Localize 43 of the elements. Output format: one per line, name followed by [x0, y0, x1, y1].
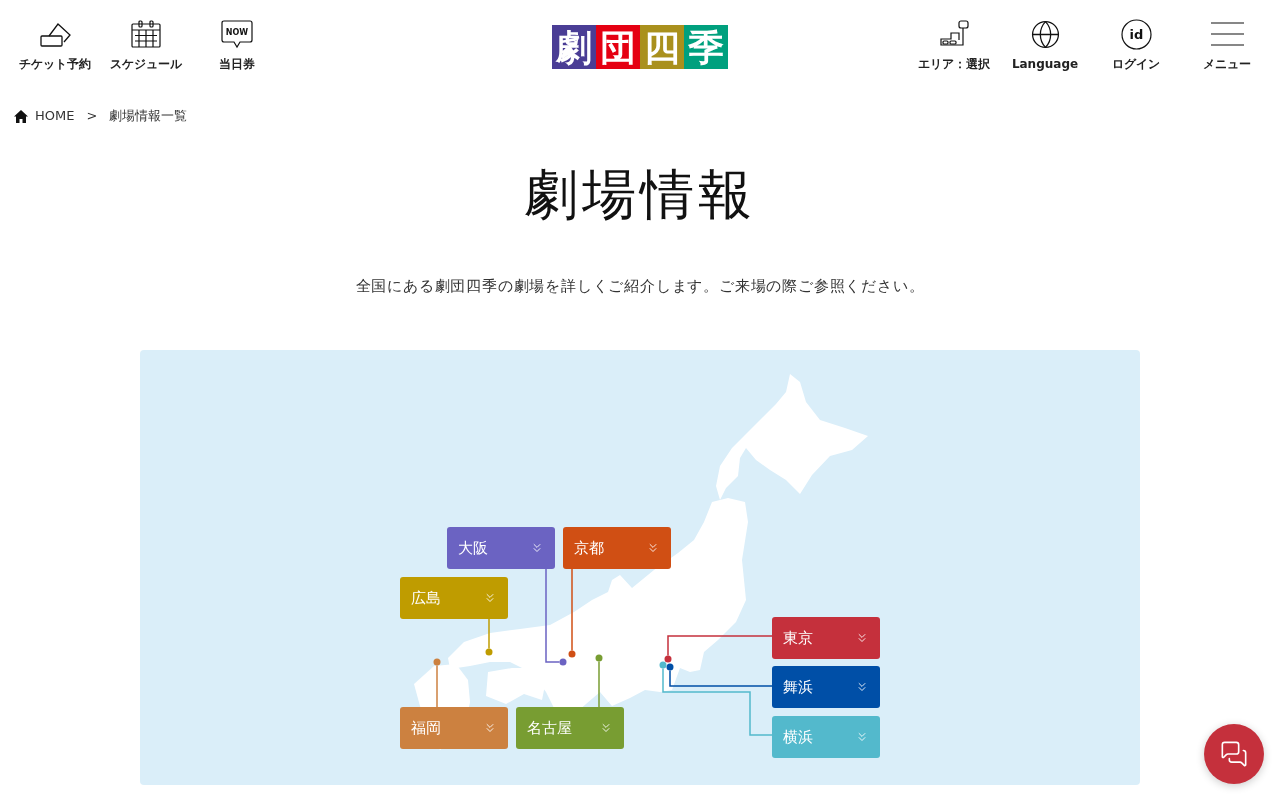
schedule-nav-link[interactable]: スケジュール: [107, 0, 185, 72]
logo-character: 四: [640, 25, 684, 69]
chevrons-down-icon: [530, 541, 544, 555]
chevrons-down-icon: [855, 631, 869, 645]
home-icon: [14, 109, 28, 123]
connector-line: [488, 618, 490, 650]
chat-button[interactable]: [1204, 724, 1264, 784]
intro-text: 全国にある劇団四季の劇場を詳しくご紹介します。ご来場の際ご参照ください。: [354, 276, 926, 297]
pin-dot-icon: [485, 648, 493, 656]
pin-dot-icon: [595, 654, 603, 662]
area-select-link[interactable]: エリア：選択: [915, 0, 993, 72]
pin-dot-icon: [433, 658, 441, 666]
chat-icon: [1220, 740, 1248, 768]
logo-character: 団: [596, 25, 640, 69]
chevrons-down-icon: [855, 680, 869, 694]
chevrons-down-icon: [483, 591, 497, 605]
region-button[interactable]: 東京: [772, 617, 880, 659]
ticket-nav-link[interactable]: チケット予約: [16, 0, 94, 72]
breadcrumb-separator: >: [86, 107, 98, 125]
menu-icon: [1210, 22, 1244, 46]
calendar-icon: [131, 20, 161, 48]
chevrons-down-icon: [599, 721, 613, 735]
same-day-ticket-link[interactable]: NOW 当日券: [198, 0, 276, 72]
page-title: 劇場情報: [523, 162, 757, 228]
language-link[interactable]: Language: [1006, 0, 1084, 72]
id-circle-badge: id: [1120, 18, 1152, 50]
globe-icon: [1029, 18, 1061, 50]
region-button[interactable]: 舞浜: [772, 666, 880, 708]
logo-character: 季: [684, 25, 728, 69]
logo-character: 劇: [552, 25, 596, 69]
chevrons-down-icon: [483, 721, 497, 735]
connector-line: [598, 660, 600, 708]
login-link[interactable]: id ログイン: [1097, 0, 1175, 72]
region-button[interactable]: 大阪: [447, 527, 555, 569]
chevrons-down-icon: [646, 541, 660, 555]
home-link[interactable]: HOME: [14, 106, 75, 126]
connector-line: [436, 664, 438, 708]
chevrons-down-icon: [855, 730, 869, 744]
breadcrumb-current: 劇場情報一覧: [109, 107, 188, 125]
now-bubble-badge: NOW: [221, 19, 253, 49]
region-button[interactable]: 京都: [563, 527, 671, 569]
menu-link[interactable]: メニュー: [1188, 0, 1266, 72]
route-icon: [939, 20, 969, 48]
